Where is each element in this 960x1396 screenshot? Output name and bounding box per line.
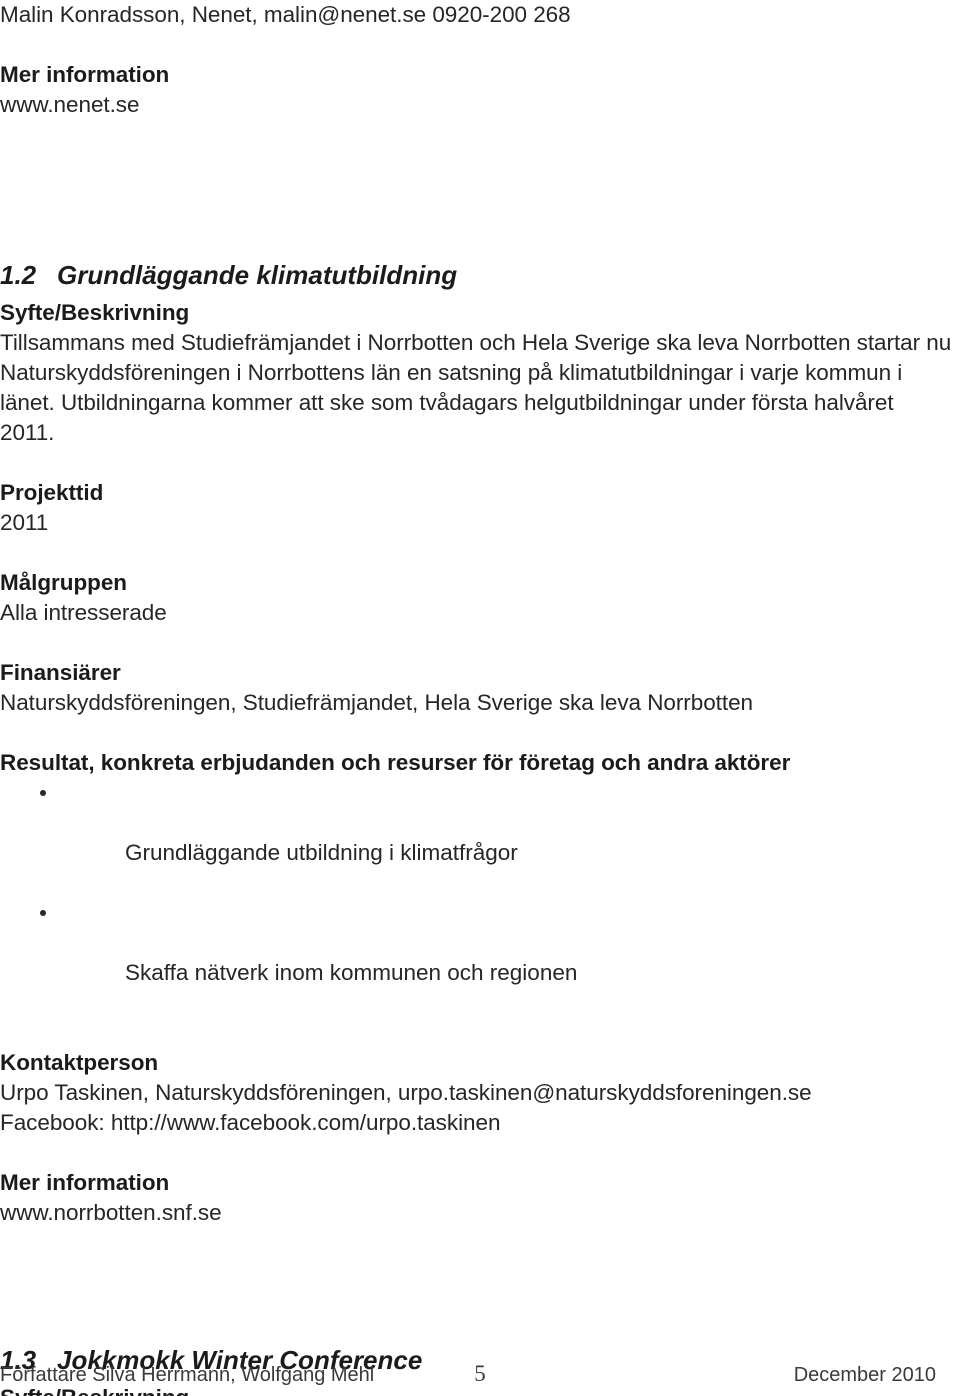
purpose-heading-1-2: Syfte/Beskrivning [0,300,190,325]
more-information-heading-1-2: Mer information [0,1170,170,1195]
contact-line: Malin Konradsson, Nenet, malin@nenet.se … [0,2,571,27]
list-item-label: Skaffa nätverk inom kommunen och regione… [125,960,578,985]
list-item: Skaffa nätverk inom kommunen och regione… [0,898,960,1018]
purpose-line: Tillsammans med Studiefrämjandet i Norrb… [0,330,952,355]
page-footer: Författare Silva Herrmann, Wolfgang Mehl… [0,1361,960,1396]
more-information-url-1-2: www.norrbotten.snf.se [0,1200,222,1225]
project-time-heading: Projekttid [0,480,104,505]
financiers-value: Naturskyddsföreningen, Studiefrämjandet,… [0,690,754,715]
contact-person-line: Urpo Taskinen, Naturskyddsföreningen, ur… [0,1080,812,1105]
bullet-icon [40,910,46,916]
contact-person-facebook: Facebook: http://www.facebook.com/urpo.t… [0,1110,501,1135]
purpose-line: Naturskyddsföreningen i Norrbottens län … [0,360,903,385]
document-page: Malin Konradsson, Nenet, malin@nenet.se … [0,0,960,1396]
financiers-heading: Finansiärer [0,660,121,685]
target-group-heading: Målgruppen [0,570,127,595]
section-number-1-2: 1.2 [0,260,37,290]
list-item-label: Grundläggande utbildning i klimatfrågor [125,840,518,865]
page-content: Malin Konradsson, Nenet, malin@nenet.se … [0,0,960,1396]
results-heading: Resultat, konkreta erbjudanden och resur… [0,750,791,775]
project-time-value: 2011 [0,510,49,535]
results-bullet-list: Grundläggande utbildning i klimatfrågor … [0,778,960,1018]
purpose-line: 2011. [0,420,55,445]
bullet-icon [40,790,46,796]
footer-date: December 2010 [793,1364,936,1386]
section-title-1-2: Grundläggande klimatutbildning [57,260,458,290]
more-information-heading-top: Mer information [0,62,170,87]
section-heading-1-2: 1.2 Grundläggande klimatutbildning [0,258,960,292]
more-information-url-top: www.nenet.se [0,92,140,117]
target-group-value: Alla intresserade [0,600,167,625]
list-item: Grundläggande utbildning i klimatfrågor [0,778,960,898]
contact-person-heading: Kontaktperson [0,1050,159,1075]
purpose-line: länet. Utbildningarna kommer att ske som… [0,390,894,415]
